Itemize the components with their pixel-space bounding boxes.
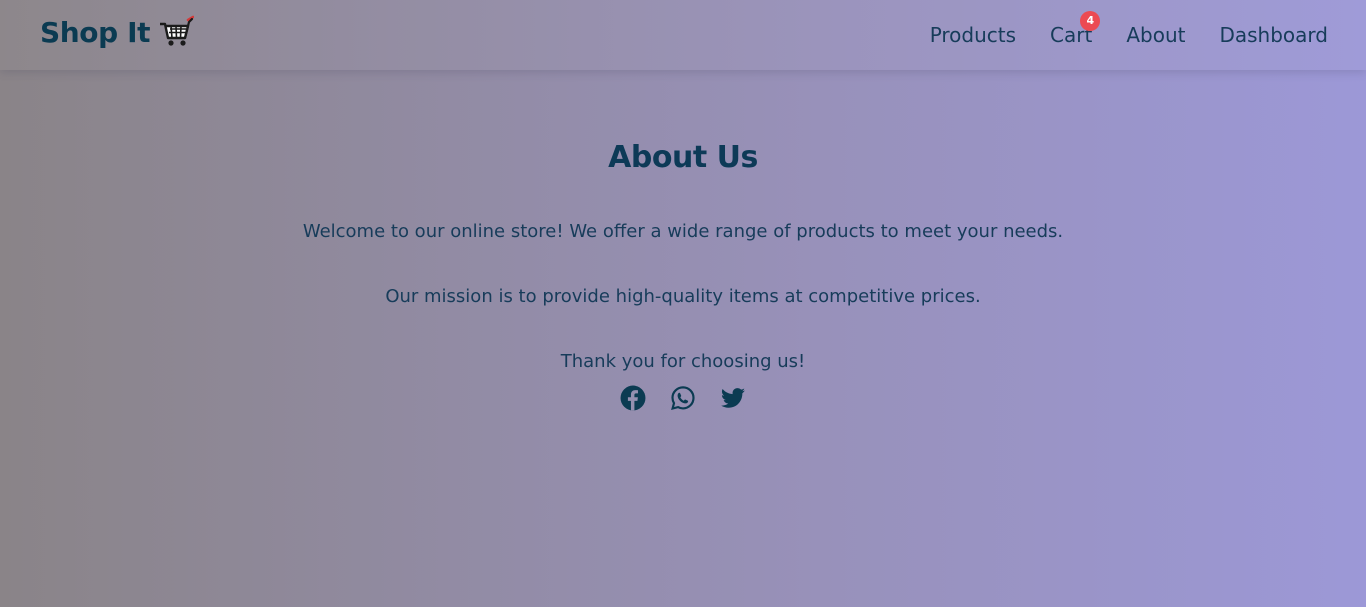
brand-logo[interactable]: Shop It xyxy=(40,14,195,50)
facebook-icon[interactable] xyxy=(620,385,646,411)
about-paragraph-welcome: Welcome to our online store! We offer a … xyxy=(302,221,1064,242)
whatsapp-icon[interactable] xyxy=(670,385,696,411)
nav-link-cart[interactable]: Cart 4 xyxy=(1050,11,1101,50)
nav-link-dashboard[interactable]: Dashboard xyxy=(1219,20,1328,50)
about-paragraph-thanks: Thank you for choosing us! xyxy=(560,351,806,372)
nav-link-about[interactable]: About xyxy=(1126,20,1185,50)
navbar: Shop It Products Cart 4 About Dashboard xyxy=(0,0,1366,70)
shopping-cart-icon xyxy=(158,14,195,50)
page-title: About Us xyxy=(608,140,758,175)
brand-name: Shop It xyxy=(40,15,151,49)
nav-link-products[interactable]: Products xyxy=(930,20,1016,50)
cart-count-badge: 4 xyxy=(1080,11,1101,31)
twitter-icon[interactable] xyxy=(720,385,746,411)
nav-links: Products Cart 4 About Dashboard xyxy=(930,11,1328,50)
about-section: About Us Welcome to our online store! We… xyxy=(0,140,1366,411)
social-links xyxy=(0,385,1366,411)
about-paragraph-mission: Our mission is to provide high-quality i… xyxy=(385,286,981,307)
